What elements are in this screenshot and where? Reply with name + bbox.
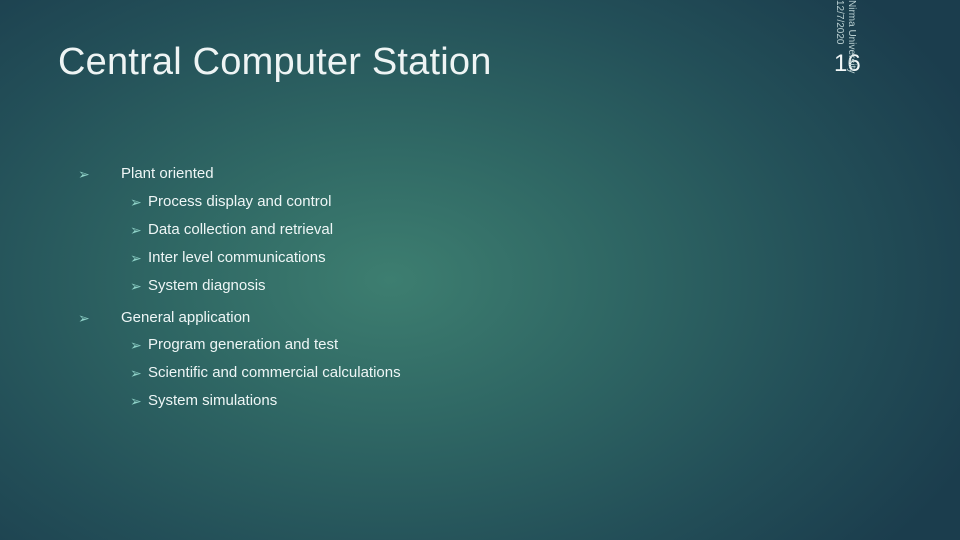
sub-bullet: ➢ Data collection and retrieval [130, 220, 333, 240]
arrow-bullet-icon: ➢ [130, 337, 142, 353]
arrow-bullet-icon: ➢ [130, 250, 142, 266]
bullet-plant-oriented: ➢ Plant oriented [78, 164, 214, 184]
sub-bullet-label: Process display and control [148, 193, 332, 210]
bullet-label: Plant oriented [121, 165, 214, 182]
bullet-label: General application [121, 309, 251, 326]
arrow-bullet-icon: ➢ [130, 194, 142, 210]
sub-bullet: ➢ Program generation and test [130, 335, 338, 355]
sub-bullet-label: System simulations [148, 392, 278, 409]
arrow-bullet-icon: ➢ [130, 365, 142, 381]
footer-date: 12/7/2020 [834, 0, 845, 45]
sub-bullet: ➢ Scientific and commercial calculations [130, 363, 401, 383]
slide-title: Central Computer Station [58, 41, 492, 83]
sub-bullet-label: Scientific and commercial calculations [148, 364, 401, 381]
sub-bullet-label: Data collection and retrieval [148, 221, 334, 238]
sub-bullet-label: System diagnosis [148, 277, 266, 294]
arrow-bullet-icon: ➢ [130, 393, 142, 409]
sub-bullet: ➢ Inter level communications [130, 248, 326, 268]
sub-bullet-label: Program generation and test [148, 336, 339, 353]
sub-bullet: ➢ System diagnosis [130, 276, 266, 296]
sub-bullet: ➢ Process display and control [130, 192, 331, 212]
arrow-bullet-icon: ➢ [130, 278, 142, 294]
arrow-bullet-icon: ➢ [130, 222, 142, 238]
arrow-bullet-icon: ➢ [78, 166, 90, 182]
sub-bullet-label: Inter level communications [148, 249, 326, 266]
bullet-general-application: ➢ General application [78, 308, 250, 328]
sub-bullet: ➢ System simulations [130, 391, 277, 411]
footer-organization: Nirma University [846, 0, 857, 74]
arrow-bullet-icon: ➢ [78, 310, 90, 326]
